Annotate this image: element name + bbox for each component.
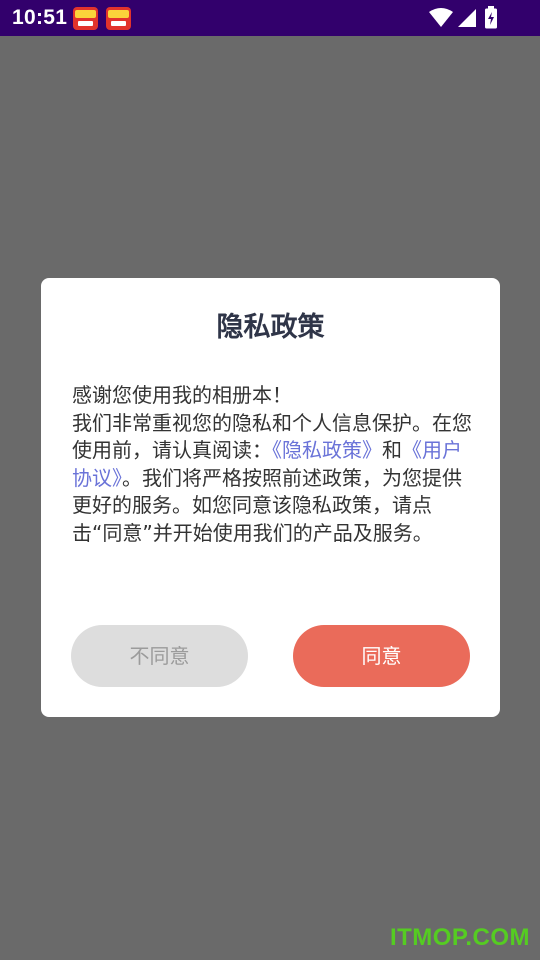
disagree-button[interactable]: 不同意 <box>71 625 248 687</box>
app-notification-icon <box>73 7 98 30</box>
agree-button[interactable]: 同意 <box>293 625 470 687</box>
status-time: 10:51 <box>12 6 68 29</box>
message-text-outro: 。我们将严格按照前述政策，为您提供更好的服务。如您同意该隐私政策，请点击“同意”… <box>72 465 462 545</box>
privacy-policy-link[interactable]: 《隐私政策》 <box>272 438 382 462</box>
wifi-icon <box>429 8 453 27</box>
battery-charging-icon <box>485 6 497 29</box>
message-text-and: 和 <box>382 438 402 462</box>
cell-signal-icon <box>458 9 476 27</box>
app-notification-icon <box>106 7 131 30</box>
watermark-text: ITMOP.COM <box>389 924 530 951</box>
privacy-dialog: 隐私政策 感谢您使用我的相册本！ 我们非常重视您的隐私和个人信息保护。在您使用前… <box>41 278 500 717</box>
dialog-title: 隐私政策 <box>216 312 325 343</box>
dialog-message: 感谢您使用我的相册本！ 我们非常重视您的隐私和个人信息保护。在您使用前，请认真阅… <box>72 382 472 547</box>
status-bar: 10:51 <box>0 0 540 36</box>
